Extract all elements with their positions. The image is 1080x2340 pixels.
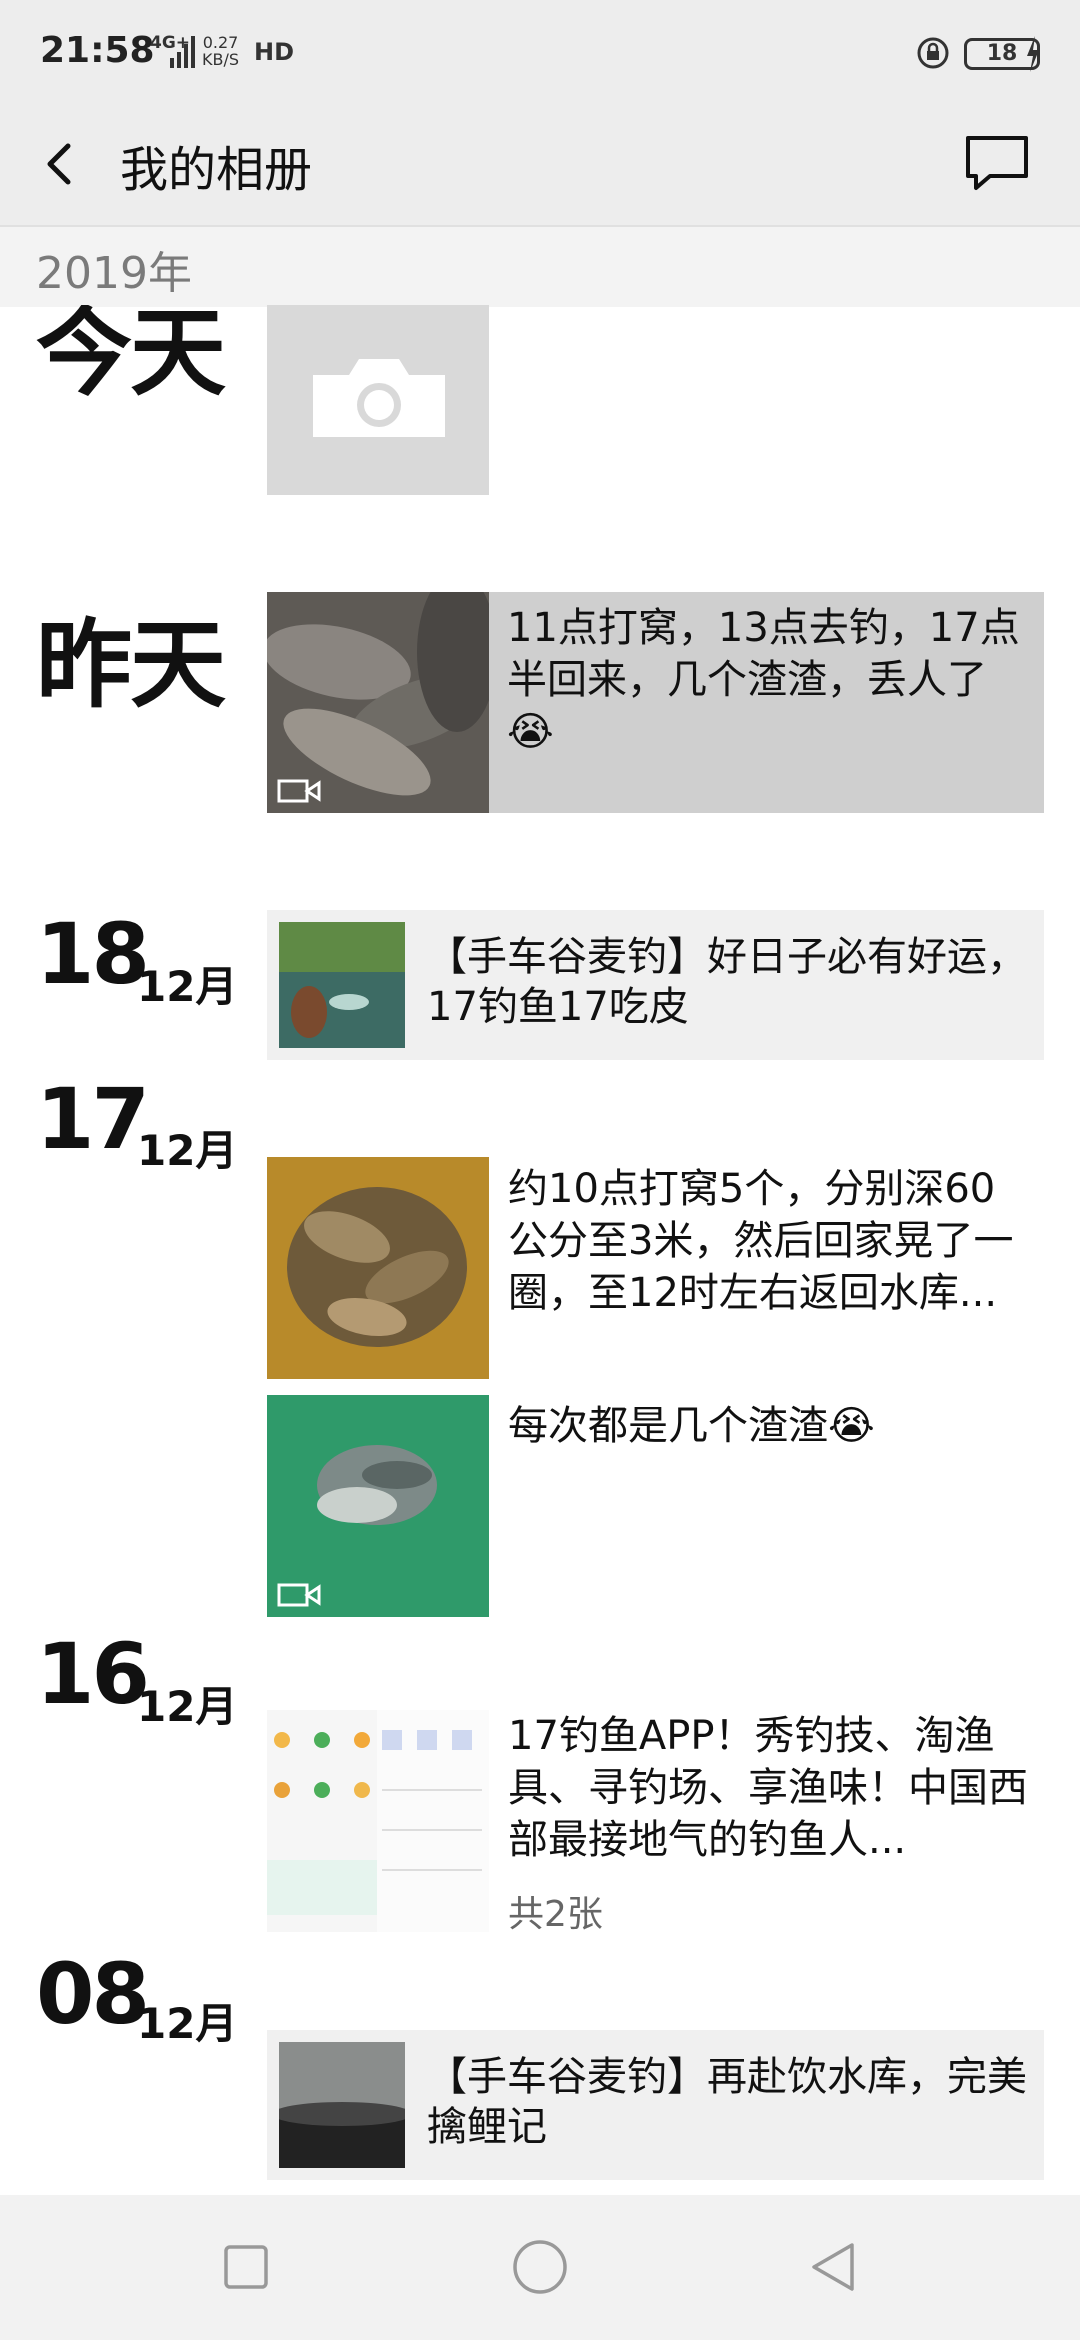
year-header: 2019年 (0, 225, 1080, 307)
day-month: 12月 (137, 962, 238, 1011)
video-icon (277, 779, 321, 803)
shared-link-text: 【手车谷麦钓】再赴饮水库，完美擒鲤记 (427, 2054, 1027, 2150)
back-triangle-icon[interactable] (804, 2237, 864, 2297)
shared-link-text: 【手车谷麦钓】好日子必有好运，17钓鱼17吃皮 (427, 934, 1027, 1030)
recent-apps-icon[interactable] (216, 2237, 276, 2297)
shared-link-card[interactable]: 【手车谷麦钓】再赴饮水库，完美擒鲤记 (267, 2030, 1044, 2180)
navigation-bar (0, 2195, 1080, 2340)
charging-icon (1027, 36, 1039, 72)
day-month: 12月 (137, 1126, 238, 1175)
album-feed[interactable]: 今天 昨天 11点打窝，13点去钓，17点半回来，几个渣渣，丢人了😭 18 12… (0, 305, 1080, 2195)
title-bar: 我的相册 (0, 110, 1080, 225)
post-text[interactable]: 17钓鱼APP！秀钓技、淘渔具、寻钓场、享渔味！中国西部最接地气的钓鱼人... (508, 1710, 1028, 1866)
camera-icon (313, 359, 445, 437)
image-count: 共2张 (508, 1894, 603, 1935)
fish-photo-thumbnail (267, 592, 489, 813)
post-text: 11点打窝，13点去钓，17点半回来，几个渣渣，丢人了😭 (507, 605, 1020, 755)
page-title: 我的相册 (120, 142, 313, 198)
car-dashboard-photo-thumbnail (279, 2042, 405, 2168)
day-number: 18 (36, 905, 150, 1003)
year-label: 2019年 (36, 248, 192, 299)
fish-basket-photo-thumbnail[interactable] (267, 1157, 489, 1379)
video-icon (277, 1583, 321, 1607)
post-text[interactable]: 约10点打窝5个，分别深60公分至3米，然后回家晃了一圈，至12时左右返回水库.… (508, 1163, 1028, 1319)
status-time: 21:58 (40, 30, 155, 71)
shared-link-card[interactable]: 【手车谷麦钓】好日子必有好运，17钓鱼17吃皮 (267, 910, 1044, 1060)
lake-photo-thumbnail (279, 922, 405, 1048)
day-label-yesterday: 昨天 (36, 609, 226, 721)
post-new-moment-button[interactable] (267, 305, 489, 495)
network-speed: 0.27 KB/S (202, 33, 240, 69)
status-bar: 21:58 4G+ 0.27 KB/S HD 18 (0, 0, 1080, 110)
home-icon[interactable] (510, 2237, 570, 2297)
fish-net-photo-thumbnail[interactable] (267, 1395, 489, 1617)
hd-indicator: HD (254, 38, 295, 66)
day-month: 12月 (137, 1999, 238, 2048)
day-label-today: 今天 (36, 305, 226, 409)
rotation-lock-icon (917, 37, 949, 69)
day-number: 17 (36, 1070, 150, 1168)
speech-bubble-icon[interactable] (962, 126, 1032, 196)
day-number: 16 (36, 1625, 150, 1723)
chevron-left-icon[interactable] (36, 124, 86, 204)
day-number: 08 (36, 1945, 150, 2043)
signal-icon (170, 36, 195, 68)
post-text[interactable]: 每次都是几个渣渣😭 (508, 1400, 1028, 1452)
post-yesterday[interactable]: 11点打窝，13点去钓，17点半回来，几个渣渣，丢人了😭 (267, 592, 1044, 813)
app-screenshot-thumbnail[interactable] (267, 1710, 489, 1932)
day-month: 12月 (137, 1682, 238, 1731)
